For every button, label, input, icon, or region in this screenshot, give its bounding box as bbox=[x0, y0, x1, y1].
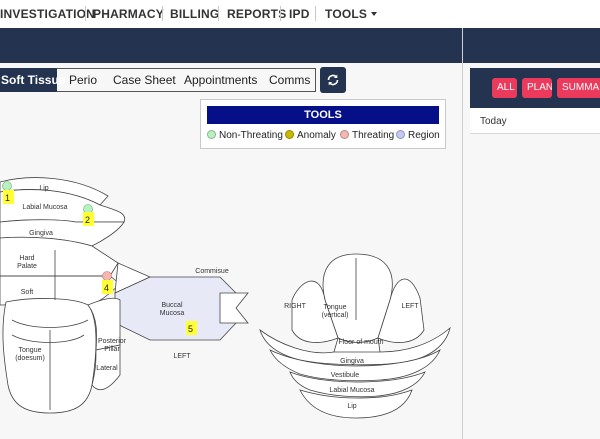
label-lateral: Lateral bbox=[96, 365, 118, 372]
marker-2-label: 2 bbox=[85, 215, 90, 225]
label-vestibule: Vestibule bbox=[331, 372, 360, 379]
label-hard-palate: Hard Palate bbox=[17, 255, 37, 270]
label-buccal-mucosa: Buccal Mucosa bbox=[160, 302, 185, 317]
marker-threating-icon[interactable] bbox=[102, 271, 112, 281]
label-lip-lower: Lip bbox=[347, 403, 356, 410]
marker-1-label: 1 bbox=[5, 193, 10, 203]
label-gingiva-lower: Gingiva bbox=[340, 358, 364, 365]
region-buccal-notch[interactable] bbox=[219, 292, 249, 324]
label-labial-mucosa-lower: Labial Mucosa bbox=[329, 387, 374, 394]
marker-5-label: 5 bbox=[188, 324, 193, 334]
label-floor-of-mouth: Floor of mouth bbox=[338, 339, 383, 346]
label-left: LEFT bbox=[173, 353, 191, 360]
region-hard-palate[interactable] bbox=[0, 236, 119, 277]
mouth-diagram: 1 2 4 5 Lip Labial Mucosa Gingiva Hard Pa… bbox=[0, 177, 451, 419]
label-gingiva: Gingiva bbox=[29, 230, 53, 237]
label-labial-mucosa: Labial Mucosa bbox=[22, 204, 67, 211]
label-commisue: Commisue bbox=[195, 268, 229, 275]
label-soft: Soft bbox=[21, 289, 34, 296]
label-tongue-vertical: Tongue (vertical) bbox=[322, 304, 349, 319]
marker-non-threating-icon[interactable] bbox=[2, 181, 12, 191]
marker-4-label: 4 bbox=[104, 283, 109, 293]
label-left-right-diagram: LEFT bbox=[401, 303, 419, 310]
label-tongue-dorsum: Tongue (doesum) bbox=[15, 347, 45, 362]
label-lip: Lip bbox=[39, 185, 48, 192]
label-right: RIGHT bbox=[284, 303, 307, 310]
